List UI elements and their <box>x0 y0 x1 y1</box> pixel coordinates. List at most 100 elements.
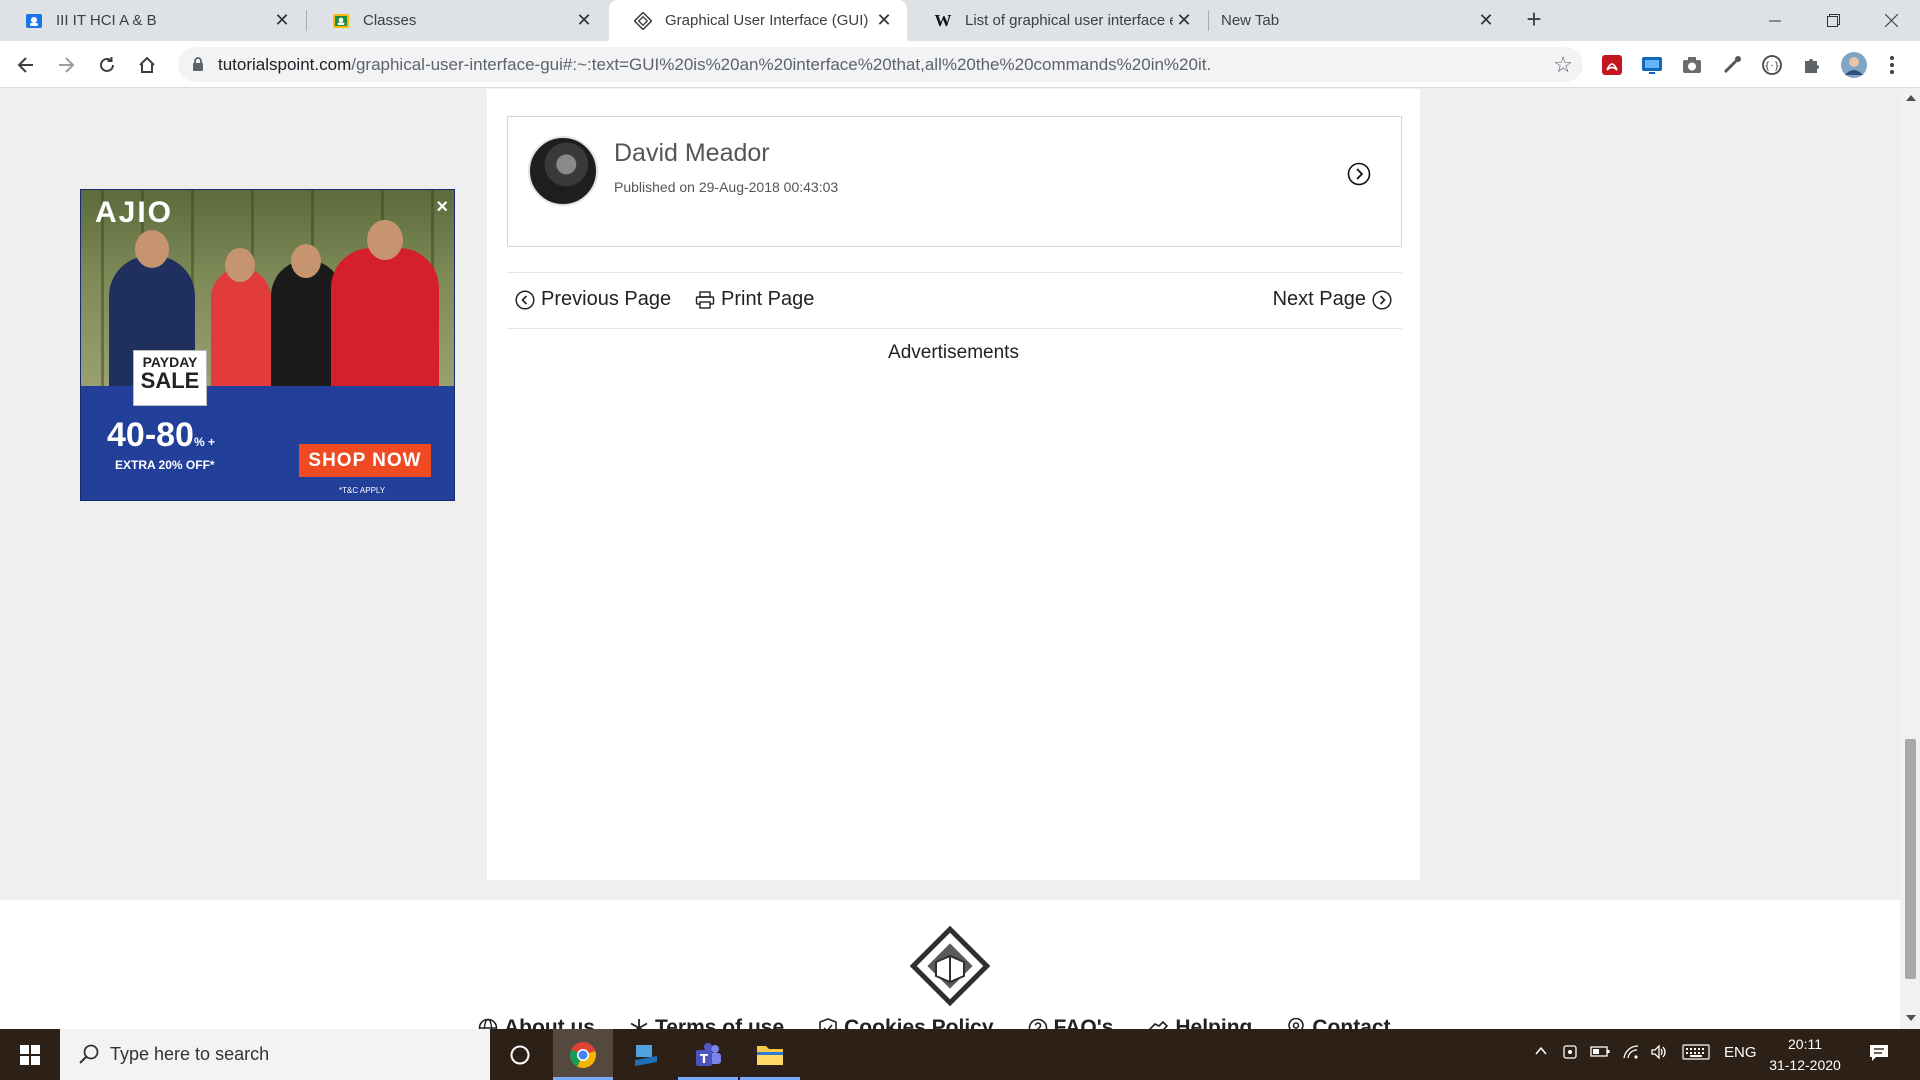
wifi-icon[interactable] <box>1622 1044 1640 1064</box>
minimize-button[interactable] <box>1746 0 1804 41</box>
code-extension-icon[interactable]: {·} <box>1760 53 1784 77</box>
battery-icon[interactable] <box>1590 1044 1610 1062</box>
profile-avatar[interactable] <box>1840 51 1868 79</box>
svg-text:{·}: {·} <box>1764 61 1780 72</box>
tab-gui-active[interactable]: Graphical User Interface (GUI) ✕ <box>609 0 907 41</box>
print-page-label: Print Page <box>721 288 815 310</box>
windows-taskbar: Type here to search T ENG 20:11 31-12-20… <box>0 1029 1920 1080</box>
tab-strip: III IT HCI A & B ✕ Classes ✕ Graphical U… <box>0 0 1920 41</box>
home-button[interactable] <box>131 49 163 81</box>
author-name[interactable]: David Meador <box>614 139 770 168</box>
input-language[interactable]: ENG <box>1724 1044 1757 1061</box>
footer-link-label: About us <box>504 1016 595 1029</box>
globe-icon <box>478 1018 498 1029</box>
extensions-puzzle-icon[interactable] <box>1800 53 1824 77</box>
eyedropper-extension-icon[interactable] <box>1720 53 1744 77</box>
close-tab-icon[interactable]: ✕ <box>271 10 293 31</box>
taskbar-teams[interactable]: T <box>678 1029 738 1080</box>
footer-link-contact[interactable]: Contact <box>1286 1016 1391 1029</box>
acrobat-extension-icon[interactable] <box>1600 53 1624 77</box>
lock-icon[interactable] <box>190 56 206 72</box>
new-tab-button[interactable]: + <box>1518 4 1550 36</box>
chevron-left-circle-icon <box>515 289 535 310</box>
classroom-icon <box>24 11 44 31</box>
scrollbar-thumb[interactable] <box>1905 739 1916 979</box>
chevron-right-circle-icon <box>1372 289 1392 310</box>
restore-button[interactable] <box>1804 0 1862 41</box>
forward-button[interactable] <box>50 49 82 81</box>
taskbar-search-box[interactable]: Type here to search <box>60 1029 490 1080</box>
page-scrollbar[interactable] <box>1901 89 1920 1029</box>
footer-link-label: FAQ's <box>1053 1016 1114 1029</box>
advertisements-label: Advertisements <box>888 342 1019 363</box>
notifications-icon[interactable] <box>1868 1043 1890 1067</box>
author-card[interactable]: David Meador Published on 29-Aug-2018 00… <box>507 116 1402 247</box>
close-tab-icon[interactable]: ✕ <box>573 10 595 31</box>
svg-text:T: T <box>700 1052 709 1066</box>
chevron-right-circle-icon[interactable] <box>1347 162 1371 186</box>
shield-check-icon <box>819 1018 837 1029</box>
url-path: /graphical-user-interface-gui#:~:text=GU… <box>351 55 1212 74</box>
desktop-app-icon <box>635 1044 657 1066</box>
tab-title: Classes <box>363 12 417 29</box>
address-bar[interactable]: tutorialspoint.com/graphical-user-interf… <box>178 47 1583 82</box>
ad-extra-offer: EXTRA 20% OFF* <box>115 458 215 472</box>
wikipedia-icon: W <box>934 10 952 30</box>
task-view-button[interactable] <box>490 1029 550 1080</box>
home-icon <box>139 56 155 73</box>
tab-classes[interactable]: Classes ✕ <box>307 0 607 41</box>
restore-icon <box>1826 14 1840 27</box>
previous-page-link[interactable]: Previous Page <box>515 288 671 311</box>
scroll-up-arrow-icon[interactable] <box>1906 95 1916 101</box>
print-page-link[interactable]: Print Page <box>695 288 814 311</box>
browser-menu-icon[interactable] <box>1880 53 1904 77</box>
footer-link-cookies[interactable]: Cookies Policy <box>818 1016 994 1029</box>
location-pin-icon <box>1288 1018 1305 1029</box>
meet-now-icon[interactable] <box>1562 1044 1578 1064</box>
close-tab-icon[interactable]: ✕ <box>873 10 895 31</box>
printer-icon <box>695 290 715 309</box>
reload-button[interactable] <box>91 49 123 81</box>
scroll-down-arrow-icon[interactable] <box>1906 1015 1916 1021</box>
footer-link-faq[interactable]: FAQ's <box>1028 1016 1114 1029</box>
close-tab-icon[interactable]: ✕ <box>1475 10 1497 31</box>
taskbar-chrome[interactable] <box>553 1029 613 1080</box>
back-button[interactable] <box>10 49 42 81</box>
footer-link-helping[interactable]: Helping <box>1147 1016 1252 1029</box>
bookmark-star-icon[interactable]: ☆ <box>1553 52 1573 78</box>
site-footer: About us Terms of use Cookies Policy FAQ… <box>0 900 1900 1029</box>
url-text[interactable]: tutorialspoint.com/graphical-user-interf… <box>218 55 1211 75</box>
published-date: Published on 29-Aug-2018 00:43:03 <box>614 179 839 195</box>
show-hidden-icons-chevron-icon[interactable] <box>1534 1044 1548 1062</box>
footer-link-label: Cookies Policy <box>844 1016 994 1029</box>
camera-extension-icon[interactable] <box>1680 53 1704 77</box>
minimize-icon <box>1769 20 1781 21</box>
forward-arrow-icon <box>59 57 75 73</box>
footer-link-terms[interactable]: Terms of use <box>629 1016 784 1029</box>
close-tab-icon[interactable]: ✕ <box>1173 10 1195 31</box>
volume-icon[interactable] <box>1650 1044 1668 1064</box>
next-page-link[interactable]: Next Page <box>1273 288 1392 311</box>
screen-extension-icon[interactable] <box>1640 53 1664 77</box>
system-clock[interactable]: 20:11 31-12-2020 <box>1760 1034 1850 1076</box>
ad-close-icon[interactable]: × <box>436 196 448 219</box>
taskbar-file-explorer[interactable] <box>740 1029 800 1080</box>
touch-keyboard-icon[interactable] <box>1682 1044 1710 1064</box>
page-navigation: Previous Page Print Page Next Page <box>507 272 1402 329</box>
ajio-ad-banner[interactable]: AJIO × 40-80% + EXTRA 20% OFF* SHOP NOW … <box>80 189 455 501</box>
close-window-button[interactable] <box>1862 0 1920 41</box>
footer-link-about[interactable]: About us <box>478 1016 595 1029</box>
start-button[interactable] <box>0 1029 60 1080</box>
handshake-icon <box>1149 1020 1169 1029</box>
next-page-label: Next Page <box>1272 288 1366 310</box>
tab-hci[interactable]: III IT HCI A & B ✕ <box>0 0 305 41</box>
tab-wikipedia[interactable]: W List of graphical user interface ele ✕ <box>909 0 1207 41</box>
article-content: David Meador Published on 29-Aug-2018 00… <box>487 89 1420 880</box>
ad-brand-logo: AJIO <box>95 196 174 229</box>
taskbar-app-desktop[interactable] <box>616 1029 676 1080</box>
tutorialspoint-logo-icon[interactable] <box>908 924 992 1008</box>
close-icon <box>1884 14 1898 27</box>
asterisk-icon <box>630 1019 648 1029</box>
tab-new-tab[interactable]: New Tab ✕ <box>1209 0 1509 41</box>
ad-shop-now-button[interactable]: SHOP NOW <box>299 444 431 477</box>
